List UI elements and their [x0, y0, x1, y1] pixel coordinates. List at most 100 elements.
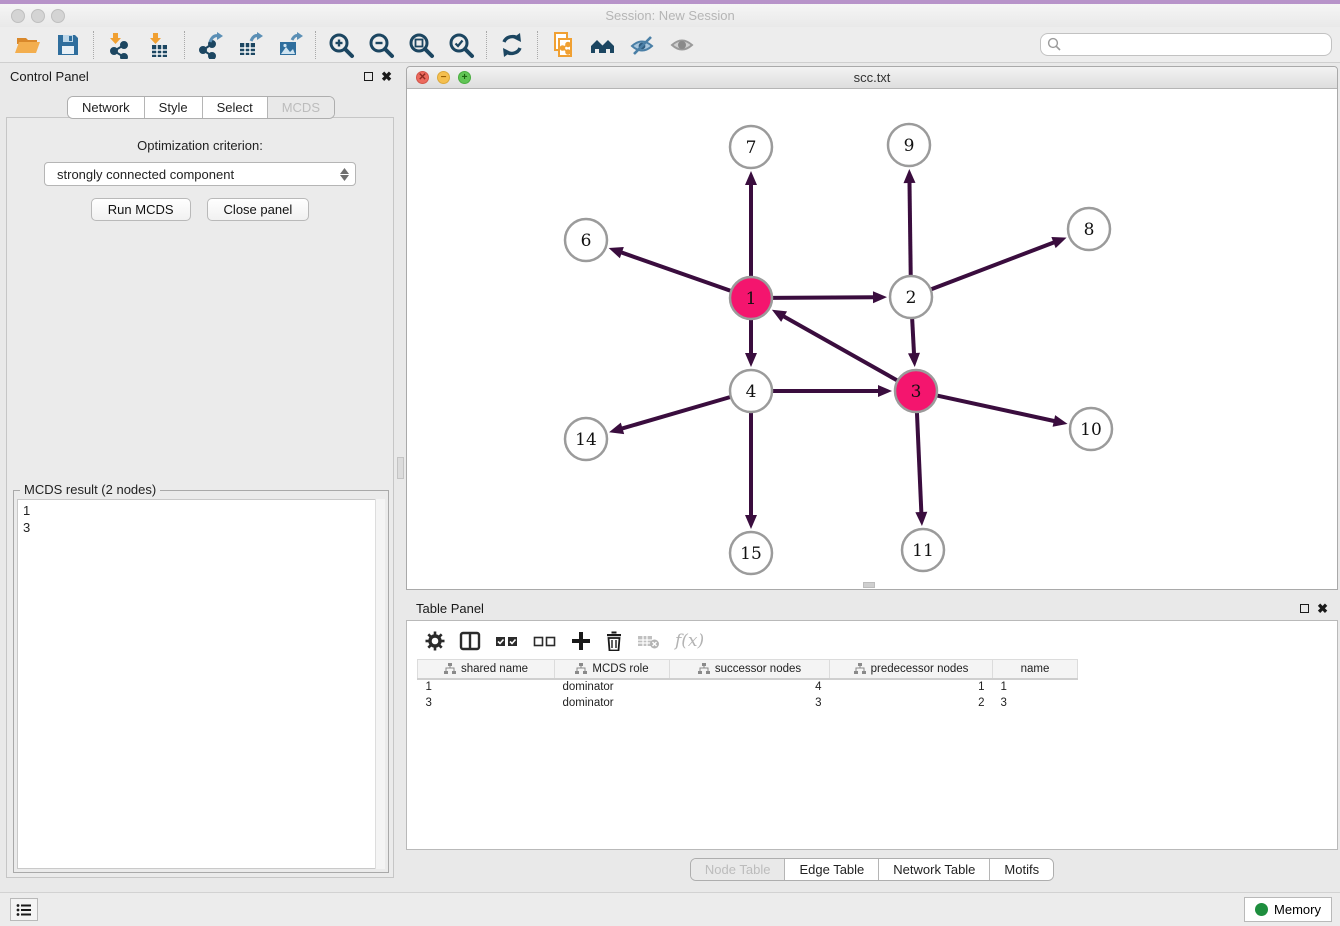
criterion-dropdown[interactable]: strongly connected component [44, 162, 356, 186]
network-graph: 7 9 6 8 1 2 4 3 14 10 15 11 [407, 89, 1337, 589]
mcds-result-scrollbar[interactable] [375, 499, 385, 869]
table-settings-gear-icon[interactable] [425, 631, 445, 651]
node-label-10: 10 [1080, 420, 1102, 440]
network-canvas[interactable]: 7 9 6 8 1 2 4 3 14 10 15 11 [407, 89, 1337, 589]
import-network-icon[interactable] [99, 30, 139, 60]
tab-network[interactable]: Network [68, 97, 144, 118]
tab-mcds[interactable]: MCDS [267, 97, 334, 118]
column-header-predecessor-nodes[interactable]: predecessor nodes [830, 660, 993, 679]
hide-selected-icon[interactable] [623, 30, 663, 60]
cell-name[interactable]: 1 [993, 679, 1078, 695]
edge-3-11[interactable] [917, 412, 921, 514]
tab-style[interactable]: Style [144, 97, 202, 118]
graph-node-3[interactable]: 3 [895, 370, 937, 412]
close-icon[interactable]: ✖ [1317, 602, 1328, 615]
mcds-result-group: MCDS result (2 nodes) 1 3 [13, 490, 389, 873]
toolbar-separator [93, 31, 94, 59]
open-session-icon[interactable] [8, 30, 48, 60]
show-all-icon[interactable] [663, 30, 703, 60]
close-panel-button[interactable]: Close panel [207, 198, 310, 221]
tab-select[interactable]: Select [202, 97, 267, 118]
edge-2-9[interactable] [909, 181, 910, 276]
zoom-fit-icon[interactable] [401, 30, 441, 60]
node-label-9: 9 [904, 136, 915, 156]
close-icon[interactable]: ✖ [381, 70, 392, 83]
run-mcds-button[interactable]: Run MCDS [91, 198, 191, 221]
search-input[interactable] [1040, 33, 1332, 56]
graph-node-8[interactable]: 8 [1068, 208, 1110, 250]
cell-predecessor-nodes[interactable]: 2 [830, 695, 993, 711]
horizontal-splitter-handle[interactable] [863, 582, 875, 588]
graph-node-11[interactable]: 11 [902, 529, 944, 571]
edge-1-6[interactable] [620, 252, 731, 291]
node-label-11: 11 [912, 541, 934, 561]
graph-node-6[interactable]: 6 [565, 219, 607, 261]
save-session-icon[interactable] [48, 30, 88, 60]
add-column-icon[interactable] [571, 631, 591, 651]
toolbar-separator [315, 31, 316, 59]
zoom-in-icon[interactable] [321, 30, 361, 60]
cell-name[interactable]: 3 [993, 695, 1078, 711]
graph-node-10[interactable]: 10 [1070, 408, 1112, 450]
cell-successor-nodes[interactable]: 3 [670, 695, 830, 711]
deselect-all-rows-icon[interactable] [533, 631, 557, 651]
graph-node-4[interactable]: 4 [730, 370, 772, 412]
first-neighbors-icon[interactable] [583, 30, 623, 60]
graph-node-2[interactable]: 2 [890, 276, 932, 318]
cell-mcds-role[interactable]: dominator [555, 695, 670, 711]
export-image-icon[interactable] [270, 30, 310, 60]
tab-edge-table[interactable]: Edge Table [784, 859, 878, 880]
tab-node-table[interactable]: Node Table [691, 859, 785, 880]
float-icon[interactable] [1300, 604, 1309, 613]
edge-arrowhead-2-3 [908, 353, 920, 367]
cell-shared-name[interactable]: 1 [418, 679, 555, 695]
refresh-icon[interactable] [492, 30, 532, 60]
node-label-14: 14 [575, 430, 597, 450]
function-builder-icon[interactable]: f(x) [675, 631, 704, 651]
graph-node-15[interactable]: 15 [730, 532, 772, 574]
edge-3-10[interactable] [937, 395, 1056, 421]
node-label-4: 4 [746, 382, 757, 402]
tab-motifs[interactable]: Motifs [989, 859, 1053, 880]
column-header-name[interactable]: name [993, 660, 1078, 679]
cell-shared-name[interactable]: 3 [418, 695, 555, 711]
cell-predecessor-nodes[interactable]: 1 [830, 679, 993, 695]
control-panel-title: Control Panel [10, 69, 89, 84]
table-row[interactable]: 1dominator411 [418, 679, 1078, 695]
edge-arrowhead-2-8 [1051, 237, 1066, 248]
graph-node-1[interactable]: 1 [730, 277, 772, 319]
delete-table-icon[interactable] [637, 631, 661, 651]
cell-mcds-role[interactable]: dominator [555, 679, 670, 695]
edge-1-2[interactable] [772, 297, 875, 298]
zoom-out-icon[interactable] [361, 30, 401, 60]
tab-network-table[interactable]: Network Table [878, 859, 989, 880]
column-header-shared-name[interactable]: shared name [418, 660, 555, 679]
zoom-selected-icon[interactable] [441, 30, 481, 60]
graph-node-7[interactable]: 7 [730, 126, 772, 168]
edge-2-3[interactable] [912, 318, 914, 355]
memory-button[interactable]: Memory [1244, 897, 1332, 922]
edge-2-8[interactable] [931, 242, 1056, 290]
delete-column-icon[interactable] [605, 631, 623, 651]
mcds-result-list[interactable]: 1 3 [17, 499, 385, 869]
import-table-icon[interactable] [139, 30, 179, 60]
edge-4-14[interactable] [621, 397, 731, 429]
float-icon[interactable] [364, 72, 373, 81]
column-header-successor-nodes[interactable]: successor nodes [670, 660, 830, 679]
vertical-splitter-handle[interactable] [397, 457, 404, 479]
cell-successor-nodes[interactable]: 4 [670, 679, 830, 695]
clone-network-icon[interactable] [543, 30, 583, 60]
select-all-rows-icon[interactable] [495, 631, 519, 651]
toolbar-separator [486, 31, 487, 59]
table-row[interactable]: 3dominator323 [418, 695, 1078, 711]
criterion-value: strongly connected component [57, 167, 234, 182]
graph-node-9[interactable]: 9 [888, 124, 930, 166]
edge-3-1[interactable] [782, 316, 897, 381]
column-header-mcds-role[interactable]: MCDS role [555, 660, 670, 679]
export-table-icon[interactable] [230, 30, 270, 60]
graph-node-14[interactable]: 14 [565, 418, 607, 460]
edge-arrowhead-1-2 [873, 291, 887, 303]
task-history-icon[interactable] [10, 898, 38, 921]
column-browser-icon[interactable] [459, 631, 481, 651]
export-network-icon[interactable] [190, 30, 230, 60]
